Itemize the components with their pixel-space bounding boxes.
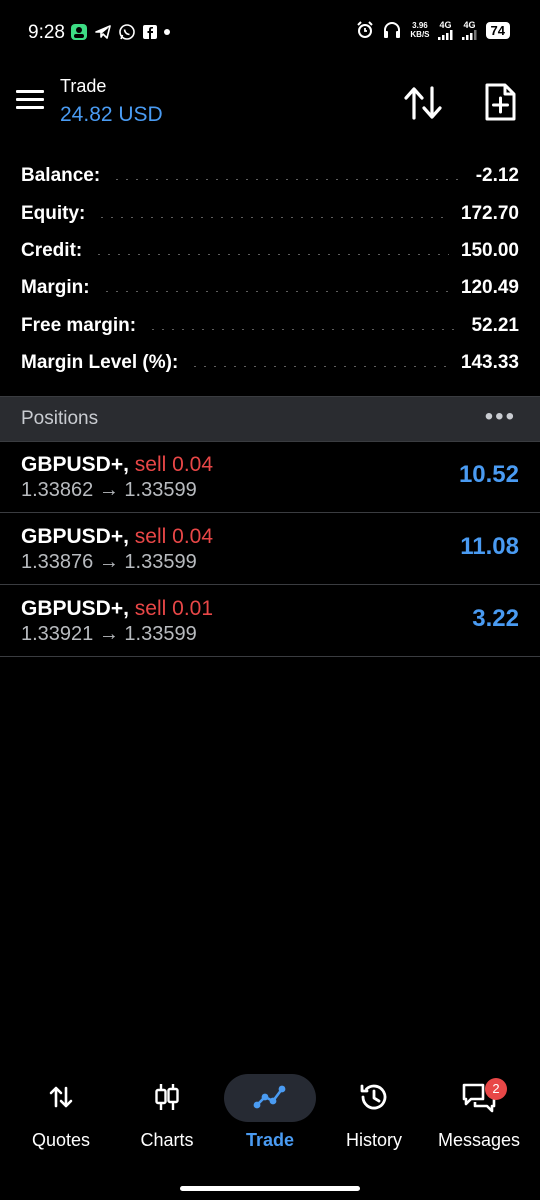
summary-label: Margin:	[21, 277, 90, 298]
status-time: 9:28	[28, 22, 65, 43]
positions-section-header: Positions •••	[0, 396, 540, 442]
signal-bars-icon	[461, 30, 477, 40]
status-bar: 9:28 3.96 KB/S 4G 4G 74	[0, 0, 540, 66]
summary-label: Equity:	[21, 203, 86, 224]
position-side: sell 0.04	[134, 453, 214, 476]
summary-row-free-margin: Free margin: 52.21	[21, 308, 519, 344]
account-profit: 24.82 USD	[60, 103, 163, 126]
position-prices: 1.33876 → 1.33599	[21, 551, 197, 573]
more-options-icon[interactable]: •••	[485, 403, 516, 431]
signal-2: 4G	[461, 20, 478, 40]
summary-label: Margin Level (%):	[21, 352, 179, 373]
positions-title: Positions	[21, 408, 99, 429]
nav-label: Quotes	[31, 1130, 91, 1150]
alarm-icon	[357, 21, 374, 38]
position-profit: 11.08	[460, 533, 519, 560]
facebook-icon	[143, 25, 157, 39]
summary-row-equity: Equity: 172.70	[21, 196, 519, 232]
dotted-leader	[101, 290, 449, 292]
dotted-leader	[190, 365, 449, 367]
signal-1: 4G	[437, 20, 454, 40]
summary-value: 52.21	[471, 315, 519, 336]
summary-row-margin-level: Margin Level (%): 143.33	[21, 345, 519, 381]
menu-icon[interactable]	[16, 90, 44, 110]
summary-value: 172.70	[460, 203, 519, 224]
position-row[interactable]: GBPUSD+, sell 0.04 1.33862 → 1.33599 10.…	[0, 441, 540, 513]
title-block: Trade 24.82 USD	[60, 76, 163, 127]
trade-icon	[253, 1085, 286, 1109]
quotes-icon	[49, 1086, 73, 1108]
nav-trade[interactable]: Trade	[218, 1066, 322, 1156]
battery-indicator: 74	[485, 21, 510, 39]
notification-icons	[70, 23, 170, 41]
position-symbol: GBPUSD+,	[21, 597, 129, 620]
nav-label: Messages	[437, 1130, 521, 1150]
summary-label: Credit:	[21, 240, 83, 261]
nav-quotes[interactable]: Quotes	[9, 1066, 113, 1156]
summary-row-margin: Margin: 120.49	[21, 270, 519, 306]
telegram-icon	[95, 25, 111, 39]
sort-icon[interactable]	[402, 84, 444, 122]
position-profit: 10.52	[458, 461, 519, 488]
new-order-icon[interactable]	[482, 82, 518, 122]
summary-value: -2.12	[475, 165, 519, 186]
page-title: Trade	[60, 76, 107, 96]
dot-icon	[164, 29, 170, 35]
summary-label: Free margin:	[21, 315, 137, 336]
history-icon	[360, 1084, 387, 1110]
network-speed: 3.96 KB/S	[410, 21, 430, 39]
position-profit: 3.22	[472, 605, 519, 632]
unread-badge: 2	[485, 1078, 507, 1100]
summary-row-credit: Credit: 150.00	[21, 233, 519, 269]
position-row[interactable]: GBPUSD+, sell 0.04 1.33876 → 1.33599 11.…	[0, 513, 540, 585]
nav-label: Charts	[140, 1130, 194, 1150]
summary-value: 150.00	[460, 240, 519, 261]
dotted-leader	[97, 216, 449, 218]
signal-bars-icon	[437, 30, 453, 40]
nav-charts[interactable]: Charts	[115, 1066, 219, 1156]
dotted-leader	[112, 178, 464, 180]
nav-history[interactable]: History	[322, 1066, 426, 1156]
dotted-leader	[148, 328, 460, 330]
summary-row-balance: Balance: -2.12	[21, 158, 519, 194]
headphones-icon	[384, 22, 401, 38]
app-notification-icon	[71, 24, 87, 40]
nav-messages[interactable]: 2 Messages	[427, 1066, 531, 1156]
position-side: sell 0.04	[134, 525, 214, 548]
nav-label: Trade	[245, 1130, 295, 1150]
position-prices: 1.33862 → 1.33599	[21, 479, 197, 501]
charts-icon	[155, 1084, 179, 1110]
summary-label: Balance:	[21, 165, 101, 186]
position-side: sell 0.01	[134, 597, 214, 620]
summary-value: 120.49	[460, 277, 519, 298]
summary-value: 143.33	[460, 352, 519, 373]
home-indicator[interactable]	[180, 1186, 360, 1191]
nav-label: History	[345, 1130, 402, 1150]
position-prices: 1.33921 → 1.33599	[21, 623, 197, 645]
bottom-navigation: Quotes Charts Trade History 2 Messages	[0, 1066, 540, 1166]
position-row[interactable]: GBPUSD+, sell 0.01 1.33921 → 1.33599 3.2…	[0, 585, 540, 657]
whatsapp-icon	[119, 24, 135, 40]
dotted-leader	[94, 253, 449, 255]
position-symbol: GBPUSD+,	[21, 525, 129, 548]
system-icons: 3.96 KB/S 4G 4G 74	[356, 20, 510, 40]
position-symbol: GBPUSD+,	[21, 453, 129, 476]
